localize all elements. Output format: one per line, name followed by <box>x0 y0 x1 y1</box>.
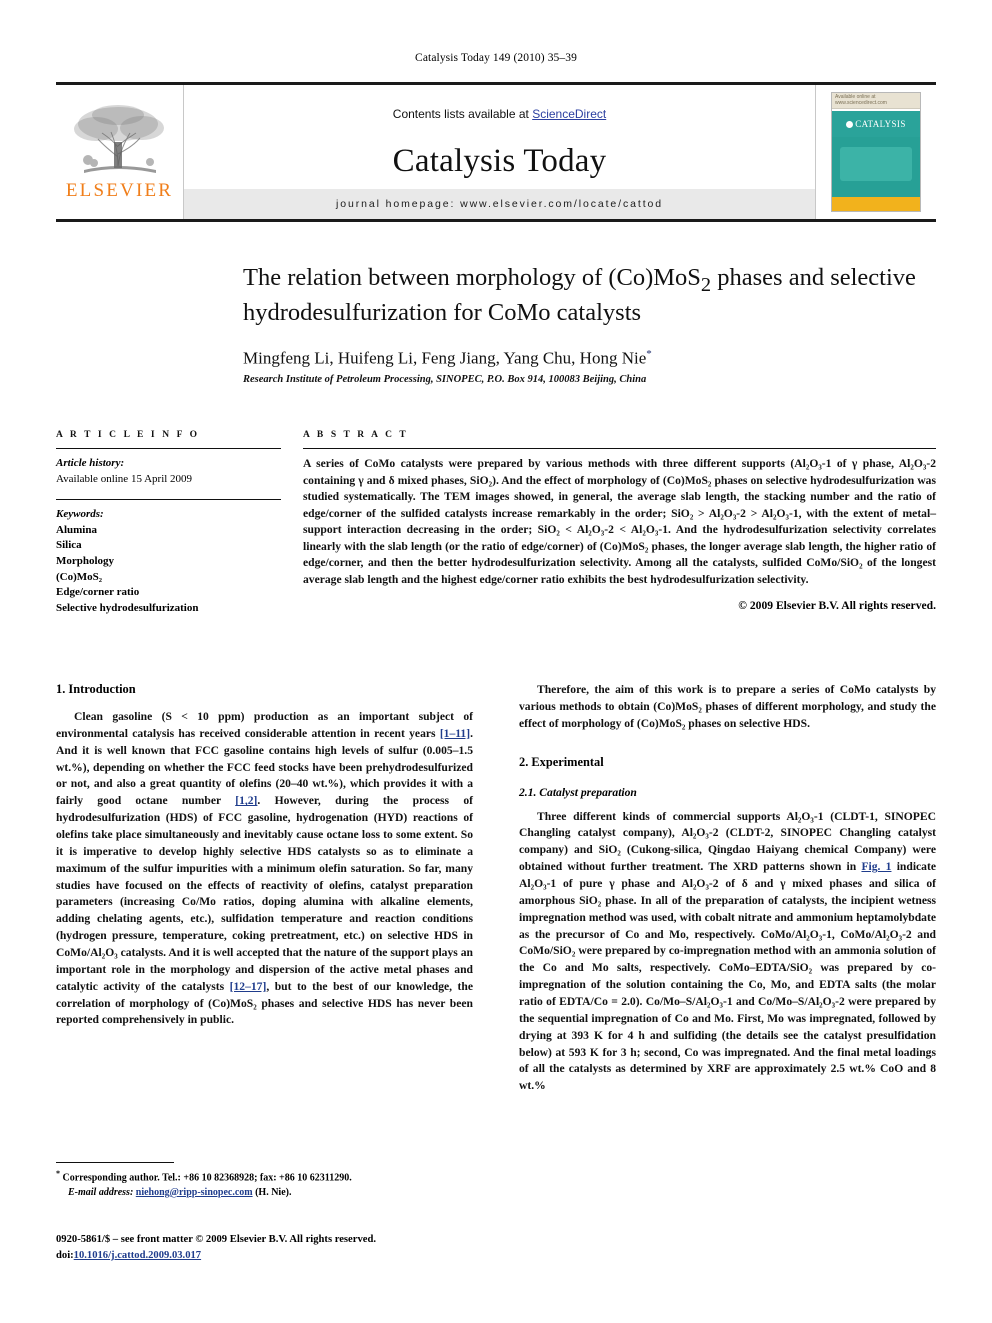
article-history-block: Article history: Available online 15 Apr… <box>56 449 281 487</box>
abstract-copyright: © 2009 Elsevier B.V. All rights reserved… <box>738 598 936 612</box>
title-part-1: The relation between morphology of (Co)M… <box>243 264 701 291</box>
footnote-contact-text: Corresponding author. Tel.: +86 10 82368… <box>60 1172 352 1184</box>
cover-footer-band <box>832 197 920 211</box>
title-subscript: 2 <box>700 273 712 296</box>
page-title: The relation between morphology of (Co)M… <box>243 263 943 328</box>
contents-available-line: Contents lists available at ScienceDirec… <box>393 107 606 121</box>
contents-prefix: Contents lists available at <box>392 106 533 121</box>
issn-front-matter: 0920-5861/$ – see front matter © 2009 El… <box>56 1234 376 1245</box>
cover-artwork <box>832 137 920 197</box>
list-item: Silica <box>56 539 82 552</box>
author-names: Mingfeng Li, Huifeng Li, Feng Jiang, Yan… <box>243 348 647 368</box>
journal-title: Catalysis Today <box>392 142 607 179</box>
intro-text-a: Clean gasoline (S < 10 ppm) production a… <box>56 710 473 740</box>
list-item: (Co)MoS₂ <box>56 570 103 583</box>
doi-line: doi:10.1016/j.cattod.2009.03.017 <box>56 1248 516 1264</box>
footnote-rule <box>56 1162 174 1163</box>
article-history-label: Article history: <box>56 457 125 469</box>
corresponding-author-footnote: * Corresponding author. Tel.: +86 10 823… <box>56 1162 473 1200</box>
section-heading-introduction: 1. Introduction <box>56 682 136 696</box>
cover-title-text: CATALYSIS <box>855 119 906 129</box>
figure-ref-fig-1[interactable]: Fig. 1 <box>861 860 891 873</box>
abstract-heading: A B S T R A C T <box>303 430 409 440</box>
list-item: Alumina <box>56 523 97 536</box>
right-column: Therefore, the aim of this work is to pr… <box>519 682 936 1095</box>
cover-kicker: Available online at www.sciencedirect.co… <box>832 93 920 109</box>
title-part-2: phases and selective <box>711 264 916 291</box>
article-info-heading: A R T I C L E I N F O <box>56 430 200 440</box>
running-head: Catalysis Today 149 (2010) 35–39 <box>415 52 577 64</box>
section-heading-experimental: 2. Experimental <box>519 754 604 769</box>
citation-ref-1-2[interactable]: [1,2] <box>235 794 257 807</box>
keywords-list: Alumina Silica Morphology (Co)MoS₂ Edge/… <box>56 523 281 617</box>
sciencedirect-link[interactable]: ScienceDirect <box>532 107 606 121</box>
cover-title: CATALYSIS <box>832 111 920 137</box>
catalyst-preparation-paragraph: Three different kinds of commercial supp… <box>519 809 936 1096</box>
aim-paragraph: Therefore, the aim of this work is to pr… <box>519 683 936 730</box>
intro-text-c: . However, during the process of hydrode… <box>56 794 473 993</box>
journal-cover-thumbnail: Available online at www.sciencedirect.co… <box>815 85 936 219</box>
abstract-text: A series of CoMo catalysts were prepared… <box>303 457 936 587</box>
affiliation: Research Institute of Petroleum Processi… <box>243 374 647 386</box>
cover-image: Available online at www.sciencedirect.co… <box>831 92 921 212</box>
info-abstract-row: A R T I C L E I N F O Article history: A… <box>56 430 936 616</box>
left-column: 1. Introduction Clean gasoline (S < 10 p… <box>56 682 473 1095</box>
footnote-email-line: E-mail address: niehong@ripp-sinopec.com… <box>56 1186 473 1201</box>
title-part-3: hydrodesulfurization for CoMo catalysts <box>243 298 642 326</box>
intro-paragraph: Clean gasoline (S < 10 ppm) production a… <box>56 709 473 1029</box>
abstract-column: A B S T R A C T A series of CoMo catalys… <box>303 430 936 616</box>
masthead-center: Contents lists available at ScienceDirec… <box>184 85 815 219</box>
title-block: The relation between morphology of (Co)M… <box>243 263 943 385</box>
footnote-contact-line: * Corresponding author. Tel.: +86 10 823… <box>56 1168 473 1186</box>
keywords-block: Keywords: Alumina Silica Morphology (Co)… <box>56 500 281 616</box>
doi-link[interactable]: 10.1016/j.cattod.2009.03.017 <box>74 1250 201 1261</box>
citation-ref-1-11[interactable]: [1–11] <box>440 727 470 740</box>
cover-dot-icon <box>846 120 854 128</box>
body-columns: 1. Introduction Clean gasoline (S < 10 p… <box>56 682 936 1095</box>
list-item: Edge/corner ratio <box>56 586 140 599</box>
list-item: Morphology <box>56 555 115 568</box>
elsevier-tree-icon <box>73 105 164 173</box>
subsection-heading-catalyst-preparation: 2.1. Catalyst preparation <box>519 785 637 799</box>
publisher-logo: ELSEVIER <box>56 85 184 219</box>
exp-text-b: indicate Al₂O₃-1 of pure γ phase and Al₂… <box>519 860 936 1093</box>
journal-article-page: Catalysis Today 149 (2010) 35–39 ELSEVIE… <box>0 0 992 1323</box>
journal-homepage[interactable]: journal homepage: www.elsevier.com/locat… <box>184 189 815 219</box>
list-item: Selective hydrodesulfurization <box>56 601 199 614</box>
elsevier-wordmark: ELSEVIER <box>65 180 174 201</box>
citation-ref-12-17[interactable]: [12–17] <box>230 980 267 993</box>
doi-label: doi: <box>56 1249 74 1261</box>
corresponding-author-marker: * <box>646 347 652 360</box>
email-link[interactable]: niehong@ripp-sinopec.com <box>136 1187 253 1198</box>
email-suffix: (H. Nie). <box>252 1186 292 1198</box>
journal-masthead: ELSEVIER Contents lists available at Sci… <box>56 82 936 222</box>
author-list: Mingfeng Li, Huifeng Li, Feng Jiang, Yan… <box>243 348 943 369</box>
article-history-value: Available online 15 April 2009 <box>56 472 193 485</box>
imprint-block: 0920-5861/$ – see front matter © 2009 El… <box>56 1232 516 1264</box>
keywords-label: Keywords: <box>56 508 104 521</box>
email-label: E-mail address: <box>68 1186 134 1198</box>
article-info-column: A R T I C L E I N F O Article history: A… <box>56 430 303 616</box>
